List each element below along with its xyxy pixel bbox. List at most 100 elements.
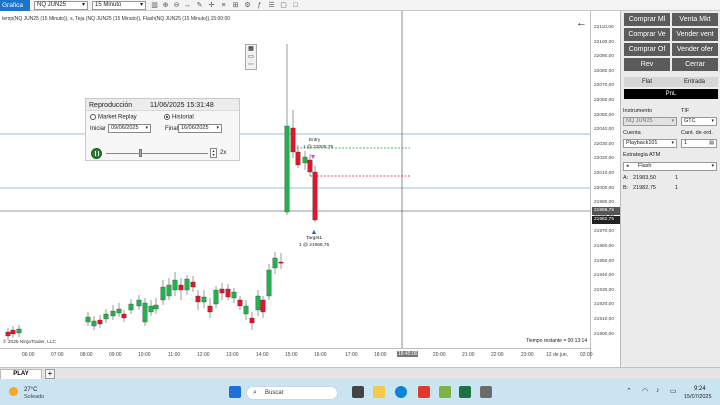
chevron-down-icon: ▾: [671, 140, 674, 146]
timeframe-selector[interactable]: 15 Minuto ▾: [92, 1, 146, 10]
radio-icon[interactable]: [90, 114, 96, 120]
sun-icon[interactable]: [9, 387, 18, 396]
chevron-up-icon[interactable]: ⌃: [626, 387, 632, 395]
strategy-icon[interactable]: ⚙: [243, 0, 252, 11]
close-position-button[interactable]: Cerrar: [672, 58, 718, 71]
candle-body: [85, 316, 91, 323]
replay-header: Reproducción 11/06/2025 15:31:48: [86, 99, 239, 111]
weather-condition[interactable]: Soleado: [24, 394, 44, 400]
quantity-stepper[interactable]: 1 ▤: [681, 139, 717, 148]
chart-trader-icon[interactable]: ⊞: [231, 0, 240, 11]
app-title-tab[interactable]: Grafica: [0, 0, 30, 11]
start-date-picker[interactable]: 09/06/2025 ▾: [108, 124, 151, 133]
radio-selected-icon[interactable]: [164, 114, 170, 120]
chart-object-panel[interactable]: ▦ ▭ ⋯: [245, 44, 257, 70]
list-icon[interactable]: ≡: [219, 0, 228, 11]
maximize-icon[interactable]: □: [291, 0, 300, 11]
candle-body: [10, 329, 16, 335]
windows-taskbar: 27°C Soleado ⌕ Buscar ⌃ ◠ ♪ ▭ 9:24 15/07…: [0, 379, 720, 405]
price-chart[interactable]: ▼▲: [0, 11, 590, 348]
price-axis[interactable]: 22110,00 22100,00 22090,00 22080,00 22070,00…: [590, 11, 620, 359]
bar-type-icon[interactable]: ▥: [150, 0, 159, 11]
market-replay-option[interactable]: Market Replay: [90, 114, 137, 121]
candle-body: [136, 299, 142, 307]
crosshair-icon[interactable]: ✛: [207, 0, 216, 11]
properties-icon[interactable]: ☰: [267, 0, 276, 11]
clock-date[interactable]: 15/07/2025: [684, 394, 712, 400]
time-tick-label: 12:00: [197, 352, 210, 358]
back-arrow-icon[interactable]: ←: [576, 17, 587, 29]
file-explorer-icon[interactable]: [373, 386, 385, 398]
candle-body: [219, 288, 225, 294]
buy-bid-button[interactable]: Comprar Ve: [624, 28, 670, 41]
edge-browser-icon[interactable]: [395, 386, 407, 398]
battery-icon[interactable]: ▭: [670, 387, 677, 395]
last-price-label: 21988,75: [592, 207, 620, 215]
stepper-icon[interactable]: ▤: [709, 140, 714, 147]
speed-stepper[interactable]: ▴ ▾: [210, 148, 217, 158]
window-icon[interactable]: ▢: [279, 0, 288, 11]
instrument-selector[interactable]: NQ JUN25 ▾: [34, 1, 88, 10]
zoom-in-icon[interactable]: ⊕: [161, 0, 170, 11]
wifi-icon[interactable]: ◠: [642, 387, 648, 395]
app-icon[interactable]: [480, 386, 492, 398]
time-tick-label: 11:00: [168, 352, 181, 358]
weather-temperature[interactable]: 27°C: [24, 387, 37, 393]
time-tick-label: 21:00: [462, 352, 475, 358]
tif-selector[interactable]: GTC ▾: [681, 117, 717, 126]
time-tick-label: 14:00: [256, 352, 269, 358]
pnl-display: PnL: [624, 89, 718, 99]
candle-body: [225, 288, 231, 298]
candle-body: [231, 291, 237, 299]
speed-slider-thumb[interactable]: [139, 149, 142, 157]
excel-app-icon[interactable]: [459, 386, 471, 398]
bid-qty: 1: [675, 185, 679, 191]
speaker-icon[interactable]: ♪: [656, 387, 660, 394]
time-axis[interactable]: 06:00 07:00 08:00 09:00 10:00 11:00 12:00 13:00…: [0, 348, 593, 359]
windows-start-icon[interactable]: [229, 386, 241, 398]
candle-body: [302, 156, 308, 164]
replay-panel[interactable]: Reproducción 11/06/2025 15:31:48 Market …: [85, 98, 240, 161]
candle-body: [260, 299, 266, 313]
time-tick-label: 09:00: [109, 352, 122, 358]
account-selector[interactable]: Playback101 ▾: [623, 139, 677, 148]
buy-offer-button[interactable]: Comprar Of: [624, 43, 670, 56]
historical-option[interactable]: Historial: [164, 114, 194, 121]
task-view-icon[interactable]: [352, 386, 364, 398]
price-tick-label: 22070,00: [594, 83, 615, 89]
speed-slider-track[interactable]: [106, 153, 208, 154]
bid-price-label: 21982,75: [592, 216, 620, 224]
tif-label: TIF: [681, 108, 690, 114]
add-tab-button[interactable]: +: [45, 369, 55, 379]
draw-icon[interactable]: ✎: [195, 0, 204, 11]
sell-bid-button[interactable]: Vender vent: [672, 28, 718, 41]
time-tick-label: 13:00: [226, 352, 239, 358]
chevron-left-icon[interactable]: ◂: [626, 163, 629, 170]
notepad-app-icon[interactable]: [439, 386, 451, 398]
grid-icon[interactable]: ▦: [246, 45, 256, 53]
price-tick-label: 21960,00: [594, 244, 615, 249]
price-tick-label: 22080,00: [594, 68, 615, 74]
indicator-icon[interactable]: ƒ: [255, 0, 264, 11]
instrument-field-value: NQ JUN25: [626, 118, 653, 124]
taskbar-search[interactable]: ⌕ Buscar: [246, 386, 338, 400]
pause-button[interactable]: [91, 148, 102, 159]
candle-body: [249, 317, 255, 324]
zoom-out-icon[interactable]: ⊖: [172, 0, 181, 11]
chevron-down-icon: ▾: [145, 125, 148, 131]
end-date-picker[interactable]: 16/06/2025 ▾: [178, 124, 222, 133]
more-icon[interactable]: ⋯: [246, 61, 256, 69]
buy-market-button[interactable]: Comprar Ml: [624, 13, 670, 26]
reverse-button[interactable]: Rev: [624, 58, 670, 71]
sell-market-button[interactable]: Venta Mkt: [672, 13, 718, 26]
ninjatrader-app-icon[interactable]: [418, 386, 430, 398]
pan-icon[interactable]: ↔: [183, 0, 192, 11]
sell-offer-button[interactable]: Vender ofer: [672, 43, 718, 56]
clock-time[interactable]: 9:24: [694, 386, 706, 392]
candle-body: [255, 295, 261, 311]
instrument-field[interactable]: NQ JUN25 ▾: [623, 117, 677, 126]
atm-strategy-selector[interactable]: ◂ Flash ▾: [623, 162, 717, 171]
entry-label: Entry: [309, 138, 321, 143]
copyright-text: © 2025 NinjaTrader, LLC: [3, 340, 56, 345]
tools-icon[interactable]: ▭: [246, 53, 256, 61]
